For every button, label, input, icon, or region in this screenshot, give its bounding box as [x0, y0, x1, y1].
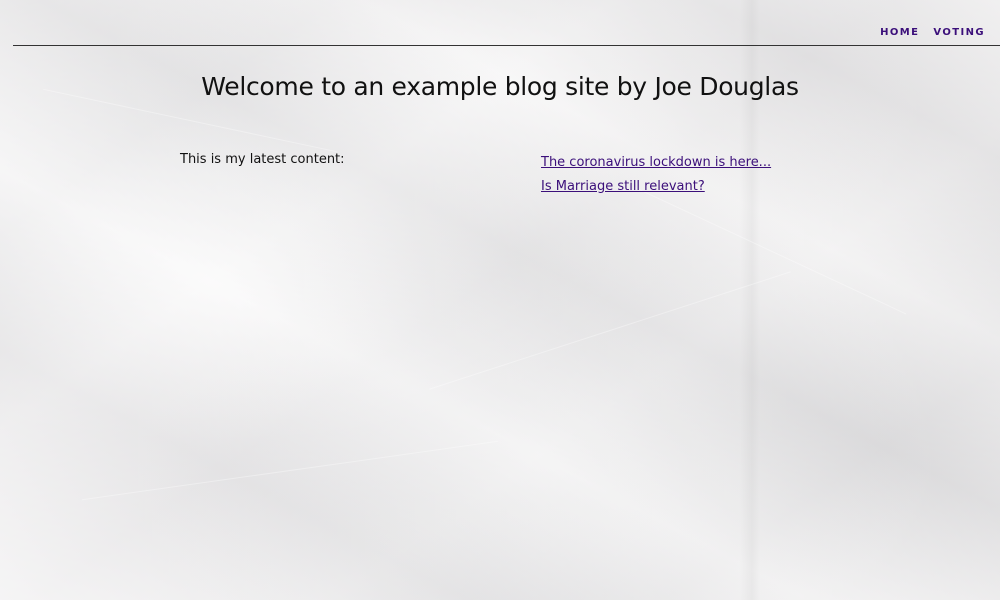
latest-content-label: This is my latest content: [180, 152, 345, 167]
post-link-coronavirus-lockdown[interactable]: The coronavirus lockdown is here... [541, 155, 771, 170]
nav-voting-link[interactable]: VOTING [933, 27, 985, 38]
list-item: Is Marriage still relevant? [541, 175, 771, 194]
paper-crease [81, 440, 499, 501]
page-title: Welcome to an example blog site by Joe D… [201, 72, 799, 101]
nav-home-link[interactable]: HOME [880, 27, 919, 38]
post-list: The coronavirus lockdown is here... Is M… [541, 151, 771, 199]
post-link-marriage-relevant[interactable]: Is Marriage still relevant? [541, 179, 705, 194]
top-navigation-bar: HOME VOTING [13, 0, 1000, 46]
paper-crease [429, 271, 791, 390]
list-item: The coronavirus lockdown is here... [541, 151, 771, 170]
paper-crease [633, 186, 907, 315]
nav-links: HOME VOTING [880, 27, 985, 38]
